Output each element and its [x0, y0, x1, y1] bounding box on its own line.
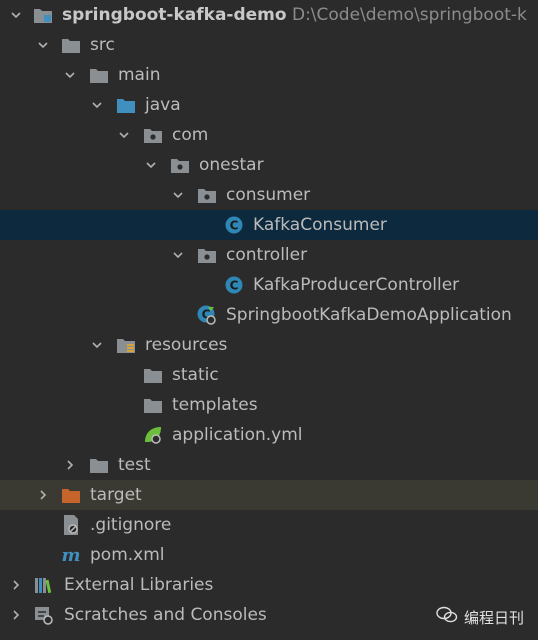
tree-node-label: Scratches and Consoles — [64, 605, 267, 625]
project-path: D:\Code\demo\springboot-k — [291, 5, 527, 25]
chevron-down-icon[interactable] — [170, 240, 186, 270]
project-tree: springboot-kafka-demo D:\Code\demo\sprin… — [0, 0, 538, 630]
tree-node-project-root[interactable]: springboot-kafka-demo D:\Code\demo\sprin… — [0, 0, 538, 30]
tree-node-kafka-producer-controller[interactable]: C KafkaProducerController — [0, 270, 538, 300]
tree-node-main[interactable]: main — [0, 60, 538, 90]
tree-node-label: com — [172, 125, 209, 145]
chevron-right-icon[interactable] — [35, 480, 51, 510]
tree-node-resources[interactable]: resources — [0, 330, 538, 360]
tree-node-application-class[interactable]: C SpringbootKafkaDemoApplication — [0, 300, 538, 330]
tree-node-label: onestar — [199, 155, 264, 175]
tree-node-application-yml[interactable]: application.yml — [0, 420, 538, 450]
tree-node-java[interactable]: java — [0, 90, 538, 120]
chevron-down-icon[interactable] — [89, 90, 105, 120]
tree-node-static[interactable]: static — [0, 360, 538, 390]
folder-icon — [88, 450, 110, 480]
folder-icon — [142, 360, 164, 390]
folder-icon — [60, 30, 82, 60]
tree-node-label: KafkaProducerController — [253, 275, 460, 295]
library-icon — [33, 570, 55, 600]
chevron-right-icon[interactable] — [8, 570, 24, 600]
tree-node-kafka-consumer[interactable]: C KafkaConsumer — [0, 210, 538, 240]
maven-icon: m — [60, 540, 82, 570]
package-icon — [169, 150, 191, 180]
folder-icon — [88, 60, 110, 90]
chevron-down-icon[interactable] — [116, 120, 132, 150]
spring-config-file-icon — [142, 420, 164, 450]
tree-node-label: src — [90, 35, 115, 55]
tree-node-com[interactable]: com — [0, 120, 538, 150]
svg-text:C: C — [230, 279, 239, 293]
tree-node-consumer[interactable]: consumer — [0, 180, 538, 210]
java-class-icon: C — [223, 210, 245, 240]
ignore-file-icon — [60, 510, 82, 540]
tree-node-target[interactable]: target — [0, 480, 538, 510]
tree-node-label: pom.xml — [90, 545, 165, 565]
chevron-down-icon[interactable] — [8, 0, 24, 30]
tree-node-label: java — [145, 95, 181, 115]
tree-node-label: static — [172, 365, 219, 385]
tree-node-label: resources — [145, 335, 228, 355]
chevron-down-icon[interactable] — [62, 60, 78, 90]
tree-node-src[interactable]: src — [0, 30, 538, 60]
scratches-icon — [33, 600, 55, 630]
folder-icon — [142, 390, 164, 420]
tree-node-gitignore[interactable]: .gitignore — [0, 510, 538, 540]
tree-node-label: consumer — [226, 185, 311, 205]
tree-node-label: KafkaConsumer — [253, 215, 387, 235]
tree-node-onestar[interactable]: onestar — [0, 150, 538, 180]
tree-node-label: controller — [226, 245, 308, 265]
chevron-down-icon[interactable] — [170, 180, 186, 210]
tree-node-label: SpringbootKafkaDemoApplication — [226, 305, 512, 325]
spring-boot-class-icon: C — [196, 300, 218, 330]
package-icon — [196, 240, 218, 270]
tree-node-label: templates — [172, 395, 258, 415]
tree-node-templates[interactable]: templates — [0, 390, 538, 420]
resources-folder-icon — [115, 330, 137, 360]
java-class-icon: C — [223, 270, 245, 300]
tree-node-label: test — [118, 455, 151, 475]
tree-node-label: main — [118, 65, 161, 85]
wechat-icon — [436, 606, 458, 628]
chevron-down-icon[interactable] — [143, 150, 159, 180]
tree-node-external-libraries[interactable]: External Libraries — [0, 570, 538, 600]
excluded-folder-icon — [60, 480, 82, 510]
tree-node-label: application.yml — [172, 425, 303, 445]
chevron-right-icon[interactable] — [8, 600, 24, 630]
tree-node-test[interactable]: test — [0, 450, 538, 480]
chevron-right-icon[interactable] — [62, 450, 78, 480]
watermark: 编程日刊 — [436, 606, 524, 628]
chevron-down-icon[interactable] — [89, 330, 105, 360]
tree-node-label: .gitignore — [90, 515, 172, 535]
module-folder-icon — [32, 0, 54, 30]
source-folder-icon — [115, 90, 137, 120]
svg-text:m: m — [61, 545, 80, 565]
tree-node-label: target — [90, 485, 142, 505]
tree-node-pom[interactable]: m pom.xml — [0, 540, 538, 570]
project-name: springboot-kafka-demo — [62, 5, 287, 25]
watermark-text: 编程日刊 — [463, 608, 524, 627]
tree-node-controller[interactable]: controller — [0, 240, 538, 270]
tree-node-label: External Libraries — [64, 575, 214, 595]
package-icon — [196, 180, 218, 210]
svg-text:C: C — [230, 219, 239, 233]
package-icon — [142, 120, 164, 150]
chevron-down-icon[interactable] — [35, 30, 51, 60]
